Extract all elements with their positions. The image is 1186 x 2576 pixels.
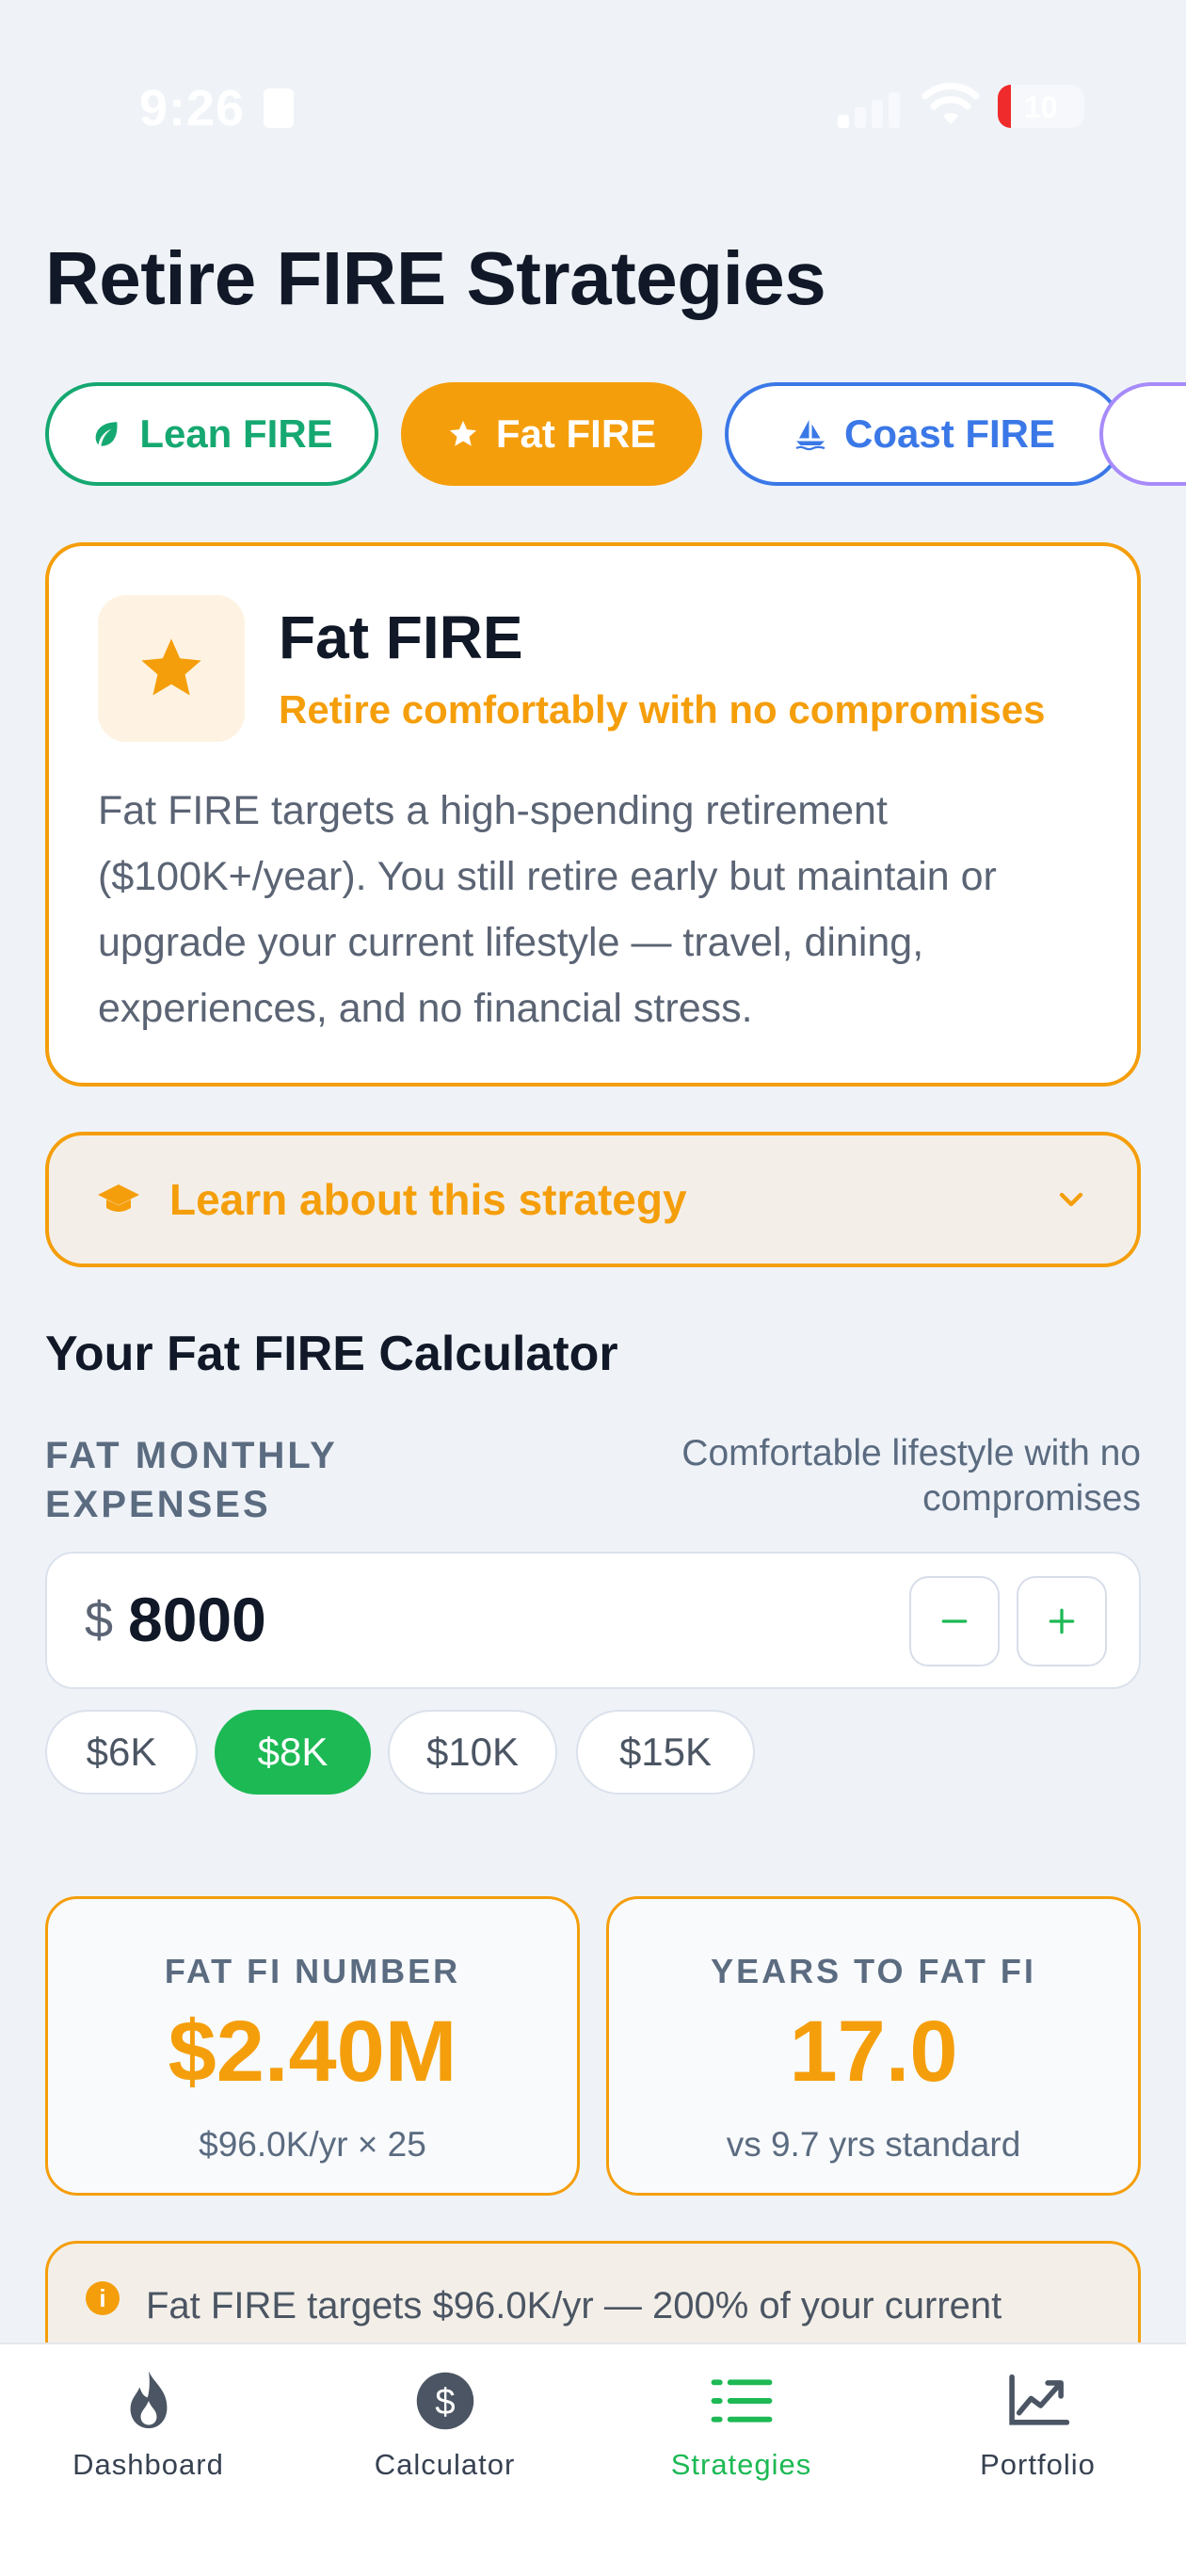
wifi-icon bbox=[922, 83, 980, 124]
bottom-nav: Dashboard $ Calculator Strategies Portfo… bbox=[0, 2343, 1186, 2576]
learn-strategy-accordion[interactable]: Learn about this strategy bbox=[45, 1132, 1141, 1267]
svg-text:$: $ bbox=[435, 2382, 455, 2423]
monthly-expenses-input[interactable] bbox=[128, 1584, 693, 1655]
tab-fat-fire[interactable]: Fat FIRE bbox=[401, 382, 702, 486]
sailboat-icon bbox=[793, 417, 827, 451]
star-icon bbox=[98, 595, 245, 742]
signal-icon bbox=[838, 87, 904, 128]
learn-label: Learn about this strategy bbox=[169, 1175, 687, 1224]
nav-label: Calculator bbox=[374, 2448, 516, 2481]
chevron-down-icon bbox=[1052, 1181, 1090, 1218]
years-comparison: vs 9.7 yrs standard bbox=[726, 2125, 1021, 2164]
tab-coast-fire[interactable]: Coast FIRE bbox=[725, 382, 1124, 486]
plus-icon bbox=[1049, 1608, 1075, 1634]
strategy-name: Fat FIRE bbox=[279, 604, 523, 671]
chart-line-icon bbox=[1004, 2367, 1072, 2435]
currency-symbol: $ bbox=[85, 1592, 114, 1649]
nav-label: Dashboard bbox=[72, 2448, 224, 2481]
graduation-cap-icon bbox=[96, 1177, 141, 1222]
contact-icon bbox=[264, 89, 294, 128]
list-icon bbox=[708, 2367, 776, 2435]
strategy-description: Fat FIRE targets a high-spending retirem… bbox=[98, 788, 997, 1031]
preset-8k-button[interactable]: $8K bbox=[215, 1710, 371, 1795]
minus-icon bbox=[941, 1619, 968, 1623]
battery-level: 10 bbox=[1024, 90, 1058, 124]
star-icon bbox=[447, 418, 479, 450]
increment-button[interactable] bbox=[1017, 1576, 1107, 1666]
years-value: 17.0 bbox=[789, 2004, 958, 2100]
tab-next-partial[interactable] bbox=[1099, 382, 1186, 486]
years-label: YEARS TO FAT FI bbox=[711, 1952, 1036, 1990]
preset-6k-button[interactable]: $6K bbox=[45, 1710, 198, 1795]
preset-10k-button[interactable]: $10K bbox=[388, 1710, 557, 1795]
expenses-hint: Comfortable lifestyle with no compromise… bbox=[681, 1433, 1141, 1519]
info-icon: i bbox=[86, 2281, 120, 2315]
monthly-expenses-field: $ bbox=[45, 1552, 1141, 1689]
nav-portfolio[interactable]: Portfolio bbox=[890, 2367, 1186, 2499]
expenses-label: FAT MONTHLY EXPENSES bbox=[45, 1435, 338, 1525]
strategy-card: Fat FIRE Retire comfortably with no comp… bbox=[45, 542, 1141, 1087]
fi-number-label: FAT FI NUMBER bbox=[164, 1952, 461, 1990]
tab-label: Fat FIRE bbox=[495, 411, 657, 456]
tab-lean-fire[interactable]: Lean FIRE bbox=[45, 382, 378, 486]
leaf-icon bbox=[90, 418, 122, 450]
nav-dashboard[interactable]: Dashboard bbox=[0, 2367, 296, 2499]
page-title: Retire FIRE Strategies bbox=[45, 236, 826, 320]
fi-number-card: FAT FI NUMBER $2.40M $96.0K/yr × 25 bbox=[45, 1896, 580, 2196]
tab-label: Lean FIRE bbox=[139, 411, 333, 456]
decrement-button[interactable] bbox=[909, 1576, 1000, 1666]
years-to-fi-card: YEARS TO FAT FI 17.0 vs 9.7 yrs standard bbox=[606, 1896, 1141, 2196]
calculator-title: Your Fat FIRE Calculator bbox=[45, 1327, 618, 1381]
status-bar: 9:26 10 bbox=[0, 0, 1186, 217]
status-time: 9:26 bbox=[139, 80, 246, 137]
nav-label: Strategies bbox=[670, 2448, 812, 2481]
fi-number-value: $2.40M bbox=[168, 2004, 457, 2100]
nav-calculator[interactable]: $ Calculator bbox=[296, 2367, 593, 2499]
fi-number-detail: $96.0K/yr × 25 bbox=[199, 2125, 426, 2164]
preset-15k-button[interactable]: $15K bbox=[576, 1710, 755, 1795]
dollar-icon: $ bbox=[411, 2367, 479, 2435]
nav-strategies[interactable]: Strategies bbox=[593, 2367, 890, 2499]
battery-icon: 10 bbox=[998, 85, 1084, 128]
nav-label: Portfolio bbox=[980, 2448, 1096, 2481]
info-text: Fat FIRE targets $96.0K/yr — 200% of you… bbox=[146, 2285, 1002, 2326]
strategy-tagline: Retire comfortably with no compromises bbox=[279, 687, 1046, 732]
tab-label: Coast FIRE bbox=[843, 411, 1056, 456]
strategy-tabs: Lean FIRE Fat FIRE Coast FIRE bbox=[45, 382, 1186, 486]
flame-icon bbox=[115, 2367, 183, 2435]
